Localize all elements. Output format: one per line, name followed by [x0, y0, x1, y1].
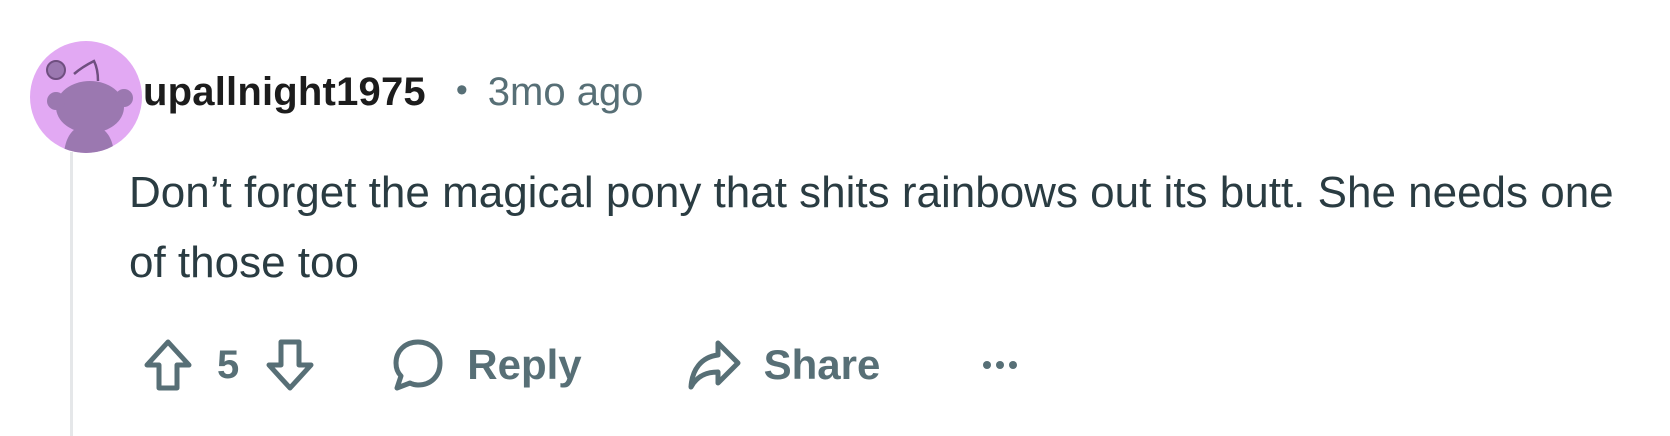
more-dots-icon: [983, 361, 1018, 369]
comment-header: upallnight1975 • 3mo ago: [143, 66, 643, 118]
vote-count: 5: [217, 342, 240, 387]
comment-action-bar: 5 Reply Share: [143, 330, 1018, 400]
upvote-button[interactable]: [143, 338, 193, 392]
downvote-button[interactable]: [265, 338, 315, 392]
reply-label: Reply: [467, 341, 582, 388]
share-label: Share: [763, 341, 881, 388]
upvote-arrow-icon: [144, 339, 192, 391]
reply-button[interactable]: Reply: [391, 338, 582, 392]
avatar[interactable]: [30, 41, 142, 153]
comment-body: Don’t forget the magical pony that shits…: [129, 168, 1614, 287]
snoo-avatar-icon: [46, 59, 133, 153]
speech-bubble-icon: [393, 339, 443, 391]
meta-separator: •: [455, 70, 468, 109]
thread-line[interactable]: [70, 152, 73, 436]
share-button[interactable]: Share: [686, 338, 881, 392]
downvote-arrow-icon: [266, 339, 314, 391]
username[interactable]: upallnight1975: [143, 70, 426, 115]
share-arrow-icon: [688, 340, 741, 390]
timestamp[interactable]: 3mo ago: [488, 70, 644, 115]
more-options-button[interactable]: [982, 359, 1018, 371]
